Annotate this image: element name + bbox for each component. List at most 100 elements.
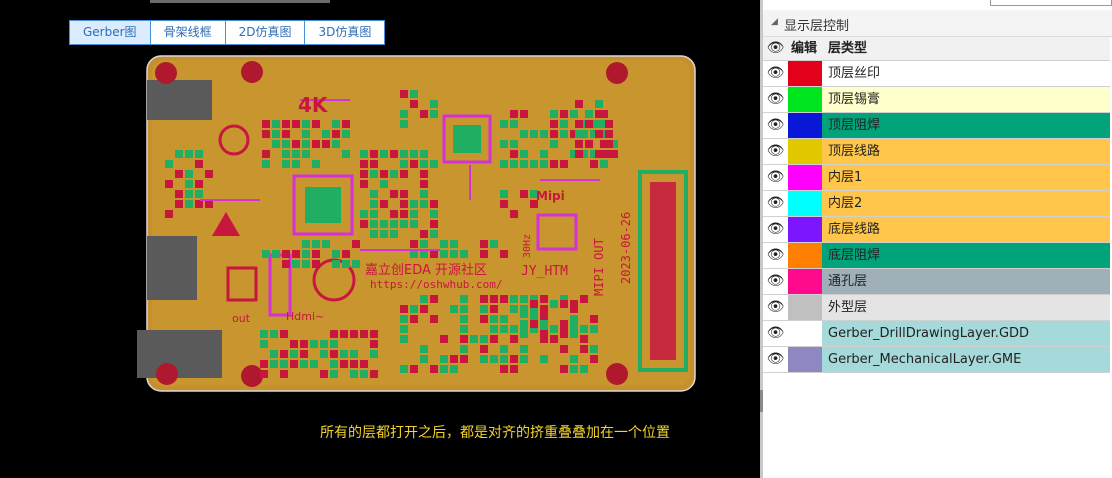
- pcb-pad: [400, 160, 408, 168]
- layer-name: 内层2: [822, 191, 1110, 216]
- collapse-triangle-icon[interactable]: ◢: [771, 17, 778, 27]
- visibility-eye-icon[interactable]: 👁: [763, 217, 788, 242]
- tab-wireframe[interactable]: 骨架线框: [151, 21, 226, 44]
- pcb-pad: [302, 150, 310, 158]
- pcb-pad: [342, 120, 350, 128]
- pcb-pad: [410, 210, 418, 218]
- layer-color-swatch[interactable]: [788, 87, 822, 112]
- pcb-pad: [260, 360, 268, 368]
- layer-row[interactable]: 👁 顶层锡膏: [763, 87, 1110, 113]
- layer-color-swatch[interactable]: [788, 321, 822, 346]
- pcb-pad: [400, 210, 408, 218]
- pcb-pad: [585, 140, 593, 148]
- visibility-eye-icon[interactable]: 👁: [763, 269, 788, 294]
- pcb-pad: [595, 100, 603, 108]
- visibility-eye-icon[interactable]: 👁: [763, 87, 788, 112]
- pcb-pad: [450, 365, 458, 373]
- layer-color-swatch[interactable]: [788, 191, 822, 216]
- pcb-pad: [400, 315, 408, 323]
- layer-row[interactable]: 👁 底层线路: [763, 217, 1110, 243]
- layer-row[interactable]: 👁 顶层阻焊: [763, 113, 1110, 139]
- pcb-pad: [460, 325, 468, 333]
- eye-icon[interactable]: 👁: [763, 37, 788, 60]
- pcb-pad: [302, 260, 310, 268]
- layer-color-swatch[interactable]: [788, 347, 822, 372]
- visibility-eye-icon[interactable]: 👁: [763, 321, 788, 346]
- layer-color-swatch[interactable]: [788, 295, 822, 320]
- pcb-pad: [530, 310, 538, 318]
- layer-row[interactable]: 👁 顶层丝印: [763, 61, 1110, 87]
- pcb-pad: [595, 150, 603, 158]
- pcb-pad: [370, 340, 378, 348]
- pcb-pad: [322, 140, 330, 148]
- pcb-pad: [292, 140, 300, 148]
- pcb-pad: [310, 340, 318, 348]
- visibility-eye-icon[interactable]: 👁: [763, 139, 788, 164]
- pcb-canvas[interactable]: 4K 嘉立创EDA 开源社区 https://oshwhub.com/ JY_H…: [0, 0, 760, 478]
- pcb-pad: [530, 320, 538, 328]
- silk-mipi-out: MIPI OUT: [592, 238, 606, 296]
- layer-color-swatch[interactable]: [788, 113, 822, 138]
- pcb-pad: [370, 160, 378, 168]
- pcb-pad: [400, 335, 408, 343]
- pcb-pad: [510, 305, 518, 313]
- pcb-pad: [560, 160, 568, 168]
- layer-color-swatch[interactable]: [788, 139, 822, 164]
- pcb-pad: [510, 120, 518, 128]
- tab-3d-sim[interactable]: 3D仿真图: [305, 21, 384, 44]
- visibility-eye-icon[interactable]: 👁: [763, 113, 788, 138]
- pcb-pad: [520, 130, 528, 138]
- pcb-pad: [350, 350, 358, 358]
- pcb-pad: [410, 160, 418, 168]
- pcb-pad: [430, 100, 438, 108]
- layer-row[interactable]: 👁 内层1: [763, 165, 1110, 191]
- layer-row[interactable]: 👁 Gerber_MechanicalLayer.GME: [763, 347, 1110, 373]
- visibility-eye-icon[interactable]: 👁: [763, 243, 788, 268]
- visibility-eye-icon[interactable]: 👁: [763, 165, 788, 190]
- column-edit: 编辑: [791, 41, 818, 56]
- layer-row[interactable]: 👁 顶层线路: [763, 139, 1110, 165]
- visibility-eye-icon[interactable]: 👁: [763, 61, 788, 86]
- pcb-pad: [560, 130, 568, 138]
- layer-color-swatch[interactable]: [788, 61, 822, 86]
- pcb-pad: [322, 130, 330, 138]
- tab-gerber[interactable]: Gerber图: [70, 21, 151, 44]
- pcb-pad: [400, 190, 408, 198]
- layer-row[interactable]: 👁 外型层: [763, 295, 1110, 321]
- layer-name: 外型层: [822, 295, 1110, 320]
- visibility-eye-icon[interactable]: 👁: [763, 347, 788, 372]
- pcb-pad: [262, 250, 270, 258]
- layer-color-swatch[interactable]: [788, 269, 822, 294]
- pcb-pad: [420, 345, 428, 353]
- pcb-pad: [570, 320, 578, 328]
- pcb-pad: [605, 140, 613, 148]
- pcb-pad: [450, 250, 458, 258]
- panel-header[interactable]: ◢ 显示层控制: [763, 10, 1112, 37]
- hdmi-connector: [147, 236, 197, 300]
- layer-row[interactable]: 👁 底层阻焊: [763, 243, 1110, 269]
- pcb-pad: [575, 120, 583, 128]
- pcb-pad: [410, 315, 418, 323]
- pcb-pad: [330, 330, 338, 338]
- visibility-eye-icon[interactable]: 👁: [763, 295, 788, 320]
- pcb-pad: [175, 170, 183, 178]
- layer-color-swatch[interactable]: [788, 243, 822, 268]
- pcb-pad: [302, 120, 310, 128]
- layer-row[interactable]: 👁 通孔层: [763, 269, 1110, 295]
- pcb-pad: [500, 140, 508, 148]
- pcb-pad: [340, 350, 348, 358]
- pcb-pad: [390, 190, 398, 198]
- pcb-pad: [312, 250, 320, 258]
- pcb-pad: [480, 335, 488, 343]
- layer-row[interactable]: 👁 内层2: [763, 191, 1110, 217]
- pcb-pad: [290, 340, 298, 348]
- visibility-eye-icon[interactable]: 👁: [763, 191, 788, 216]
- layer-row[interactable]: 👁 Gerber_DrillDrawingLayer.GDD: [763, 321, 1110, 347]
- pcb-pad: [282, 130, 290, 138]
- pcb-pad: [430, 315, 438, 323]
- gerber-view[interactable]: 4K 嘉立创EDA 开源社区 https://oshwhub.com/ JY_H…: [0, 0, 760, 478]
- pcb-pad: [560, 320, 568, 328]
- layer-color-swatch[interactable]: [788, 217, 822, 242]
- layer-color-swatch[interactable]: [788, 165, 822, 190]
- tab-2d-sim[interactable]: 2D仿真图: [226, 21, 306, 44]
